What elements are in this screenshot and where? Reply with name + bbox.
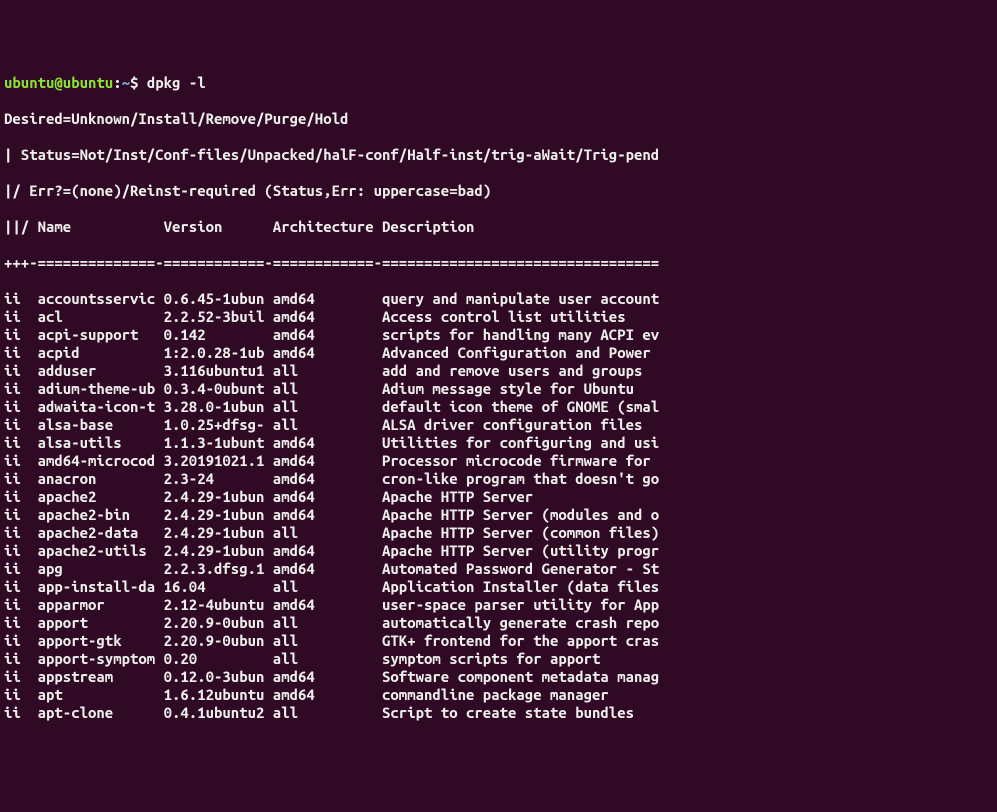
package-list: ii accountsservic 0.6.45-1ubun amd64 que… bbox=[4, 290, 993, 722]
package-row: ii accountsservic 0.6.45-1ubun amd64 que… bbox=[4, 290, 993, 308]
package-row: ii apport-gtk 2.20.9-0ubun all GTK+ fron… bbox=[4, 632, 993, 650]
prompt-line[interactable]: ubuntu@ubuntu:~$ dpkg -l bbox=[4, 74, 993, 92]
package-row: ii apache2-utils 2.4.29-1ubun amd64 Apac… bbox=[4, 542, 993, 560]
package-row: ii alsa-utils 1.1.3-1ubunt amd64 Utiliti… bbox=[4, 434, 993, 452]
package-row: ii adium-theme-ub 0.3.4-0ubunt all Adium… bbox=[4, 380, 993, 398]
package-row: ii app-install-da 16.04 all Application … bbox=[4, 578, 993, 596]
prompt-dollar: $ bbox=[130, 74, 147, 91]
package-row: ii acl 2.2.52-3buil amd64 Access control… bbox=[4, 308, 993, 326]
package-row: ii appstream 0.12.0-3ubun amd64 Software… bbox=[4, 668, 993, 686]
header-err-line: |/ Err?=(none)/Reinst-required (Status,E… bbox=[4, 182, 993, 200]
package-row: ii apparmor 2.12-4ubuntu amd64 user-spac… bbox=[4, 596, 993, 614]
header-separator-line: +++-==============-============-========… bbox=[4, 254, 993, 272]
prompt-user-host: ubuntu@ubuntu bbox=[4, 74, 113, 91]
header-status-line: | Status=Not/Inst/Conf-files/Unpacked/ha… bbox=[4, 146, 993, 164]
package-row: ii apache2-data 2.4.29-1ubun all Apache … bbox=[4, 524, 993, 542]
package-row: ii anacron 2.3-24 amd64 cron-like progra… bbox=[4, 470, 993, 488]
typed-command: dpkg -l bbox=[147, 74, 206, 91]
package-row: ii apache2-bin 2.4.29-1ubun amd64 Apache… bbox=[4, 506, 993, 524]
header-desired-line: Desired=Unknown/Install/Remove/Purge/Hol… bbox=[4, 110, 993, 128]
package-row: ii adwaita-icon-t 3.28.0-1ubun all defau… bbox=[4, 398, 993, 416]
prompt-path: ~ bbox=[122, 74, 130, 91]
package-row: ii apache2 2.4.29-1ubun amd64 Apache HTT… bbox=[4, 488, 993, 506]
package-row: ii apg 2.2.3.dfsg.1 amd64 Automated Pass… bbox=[4, 560, 993, 578]
package-row: ii apport-symptom 0.20 all symptom scrip… bbox=[4, 650, 993, 668]
package-row: ii apt 1.6.12ubuntu amd64 commandline pa… bbox=[4, 686, 993, 704]
package-row: ii acpid 1:2.0.28-1ub amd64 Advanced Con… bbox=[4, 344, 993, 362]
prompt-colon: : bbox=[113, 74, 121, 91]
package-row: ii apport 2.20.9-0ubun all automatically… bbox=[4, 614, 993, 632]
package-row: ii alsa-base 1.0.25+dfsg- all ALSA drive… bbox=[4, 416, 993, 434]
package-row: ii adduser 3.116ubuntu1 all add and remo… bbox=[4, 362, 993, 380]
package-row: ii amd64-microcod 3.20191021.1 amd64 Pro… bbox=[4, 452, 993, 470]
header-columns-line: ||/ Name Version Architecture Descriptio… bbox=[4, 218, 993, 236]
package-row: ii acpi-support 0.142 amd64 scripts for … bbox=[4, 326, 993, 344]
package-row: ii apt-clone 0.4.1ubuntu2 all Script to … bbox=[4, 704, 993, 722]
